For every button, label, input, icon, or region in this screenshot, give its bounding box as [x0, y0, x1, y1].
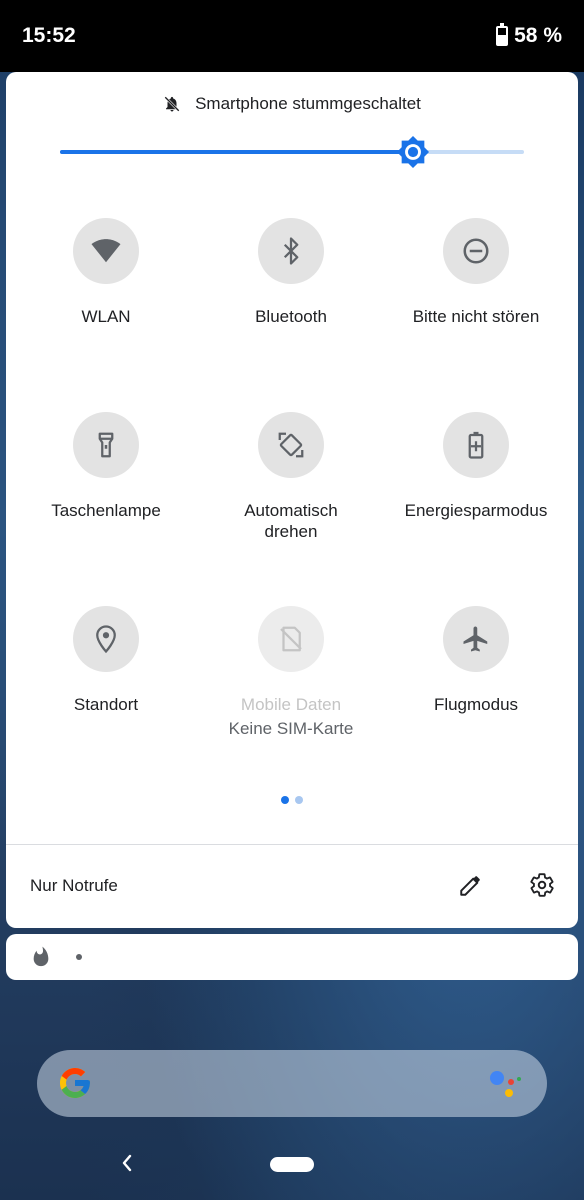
tile-dnd-label: Bitte nicht stören	[412, 307, 540, 326]
tile-mobile-data-sublabel: Keine SIM-Karte	[228, 719, 354, 738]
battery-indicator: 58 %	[496, 23, 562, 48]
notification-dot	[76, 954, 82, 960]
pencil-icon[interactable]	[458, 872, 484, 898]
do-not-disturb-icon	[463, 238, 489, 264]
footer-divider	[6, 844, 578, 845]
tile-wlan[interactable]: WLAN	[11, 218, 201, 327]
tile-mobile-data[interactable]: Mobile Daten Keine SIM-Karte	[196, 606, 386, 739]
tile-airplane-button[interactable]	[443, 606, 509, 672]
status-bar: 15:52 58 %	[0, 0, 584, 72]
tile-flashlight-label: Taschenlampe	[51, 501, 161, 520]
tile-bluetooth-label: Bluetooth	[255, 307, 327, 326]
tile-wlan-button[interactable]	[73, 218, 139, 284]
brightness-slider[interactable]	[60, 135, 524, 169]
tile-battery-saver-label: Energiesparmodus	[404, 501, 548, 520]
bluetooth-icon	[283, 237, 299, 265]
tile-mobile-data-button[interactable]	[258, 606, 324, 672]
tile-do-not-disturb[interactable]: Bitte nicht stören	[381, 218, 571, 327]
wifi-icon	[91, 239, 121, 263]
status-time: 15:52	[22, 24, 76, 47]
quick-settings-panel: Smartphone stummgeschaltet WLAN Bluetoot…	[6, 72, 578, 928]
tile-airplane-mode[interactable]: Flugmodus	[381, 606, 571, 715]
page-indicator	[6, 796, 578, 804]
airplane-icon	[463, 626, 488, 652]
silent-mode-text: Smartphone stummgeschaltet	[195, 94, 421, 113]
battery-saver-icon	[468, 431, 484, 459]
tile-bluetooth[interactable]: Bluetooth	[196, 218, 386, 327]
tile-bluetooth-button[interactable]	[258, 218, 324, 284]
auto-rotate-icon	[278, 432, 304, 458]
tile-location[interactable]: Standort	[11, 606, 201, 715]
back-icon[interactable]	[118, 1152, 136, 1174]
page-dot[interactable]	[295, 796, 303, 804]
google-search-bar[interactable]	[37, 1050, 547, 1117]
location-icon	[96, 625, 116, 654]
brightness-sun-icon[interactable]	[396, 135, 430, 169]
brightness-track-fill	[60, 150, 413, 154]
google-g-icon	[60, 1068, 90, 1098]
tile-flashlight[interactable]: Taschenlampe	[11, 412, 201, 521]
tile-wlan-label: WLAN	[81, 307, 131, 326]
tile-location-button[interactable]	[73, 606, 139, 672]
battery-percent: 58 %	[514, 24, 562, 47]
notification-card[interactable]	[6, 934, 578, 980]
tile-location-label: Standort	[73, 695, 139, 714]
carrier-text: Nur Notrufe	[30, 876, 118, 895]
tile-flashlight-button[interactable]	[73, 412, 139, 478]
tile-dnd-button[interactable]	[443, 218, 509, 284]
gear-icon[interactable]	[529, 872, 555, 898]
home-pill[interactable]	[270, 1157, 314, 1172]
tile-battery-saver-button[interactable]	[443, 412, 509, 478]
tile-battery-saver[interactable]: Energiesparmodus	[381, 412, 571, 521]
tile-mobile-data-label: Mobile Daten	[240, 695, 342, 714]
assistant-icon[interactable]	[489, 1068, 523, 1100]
tile-auto-rotate-button[interactable]	[258, 412, 324, 478]
flashlight-icon	[98, 432, 114, 458]
tile-auto-rotate-label: Automatisch drehen	[244, 501, 338, 541]
page-dot-active[interactable]	[281, 796, 289, 804]
bell-off-icon	[164, 96, 180, 112]
silent-mode-row[interactable]: Smartphone stummgeschaltet	[6, 94, 578, 114]
tile-auto-rotate[interactable]: Automatisch drehen	[196, 412, 386, 542]
tile-airplane-label: Flugmodus	[433, 695, 519, 714]
no-sim-icon	[280, 626, 302, 652]
battery-icon	[496, 23, 509, 46]
flame-icon	[33, 946, 49, 967]
